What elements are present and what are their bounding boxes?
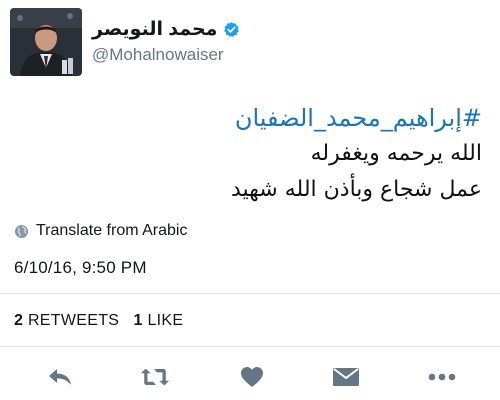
likes-stat[interactable]: 1 LIKE	[134, 312, 184, 329]
globe-icon	[14, 224, 29, 239]
tweet-line: عمل شجاع وبأذن الله شهيد	[230, 177, 482, 202]
more-button[interactable]	[427, 362, 457, 392]
tweet-detail: محمد النويصر @Mohalnowaiser #إبراهيم_محم…	[0, 0, 500, 400]
retweets-count: 2	[14, 312, 24, 329]
hashtag-link[interactable]: #إبراهيم_محمد_الضفيان	[231, 100, 482, 136]
display-name[interactable]: محمد النويصر	[92, 18, 217, 41]
retweet-button[interactable]	[140, 362, 170, 392]
likes-count: 1	[133, 312, 143, 329]
engagement-stats: 2 RETWEETS 1 LIKE	[14, 312, 183, 330]
retweets-stat[interactable]: 2 RETWEETS	[14, 312, 119, 329]
tweet-text: #إبراهيم_محمد_الضفيان الله يرحمه ويغفرله…	[231, 100, 482, 208]
retweet-icon	[140, 368, 170, 386]
direct-message-button[interactable]	[331, 362, 361, 392]
tweet-timestamp[interactable]: 6/10/16, 9:50 PM	[14, 258, 147, 278]
more-icon	[428, 373, 456, 381]
avatar-photo	[10, 8, 82, 76]
divider	[0, 346, 500, 347]
action-bar	[0, 362, 500, 392]
verified-badge-icon	[223, 21, 240, 38]
user-header: محمد النويصر @Mohalnowaiser	[92, 18, 240, 65]
translate-label: Translate from Arabic	[36, 222, 188, 239]
envelope-icon	[333, 368, 359, 386]
divider	[0, 293, 500, 294]
name-row: محمد النويصر	[92, 18, 240, 41]
translate-button[interactable]: Translate from Arabic	[14, 222, 187, 240]
likes-label: LIKE	[147, 312, 184, 329]
reply-icon	[49, 369, 71, 385]
user-handle[interactable]: @Mohalnowaiser	[92, 45, 240, 65]
tweet-line: الله يرحمه ويغفرله	[310, 141, 482, 166]
reply-button[interactable]	[45, 362, 75, 392]
heart-icon	[241, 367, 263, 387]
retweets-label: RETWEETS	[27, 312, 120, 329]
like-button[interactable]	[237, 362, 267, 392]
avatar[interactable]	[10, 8, 82, 76]
